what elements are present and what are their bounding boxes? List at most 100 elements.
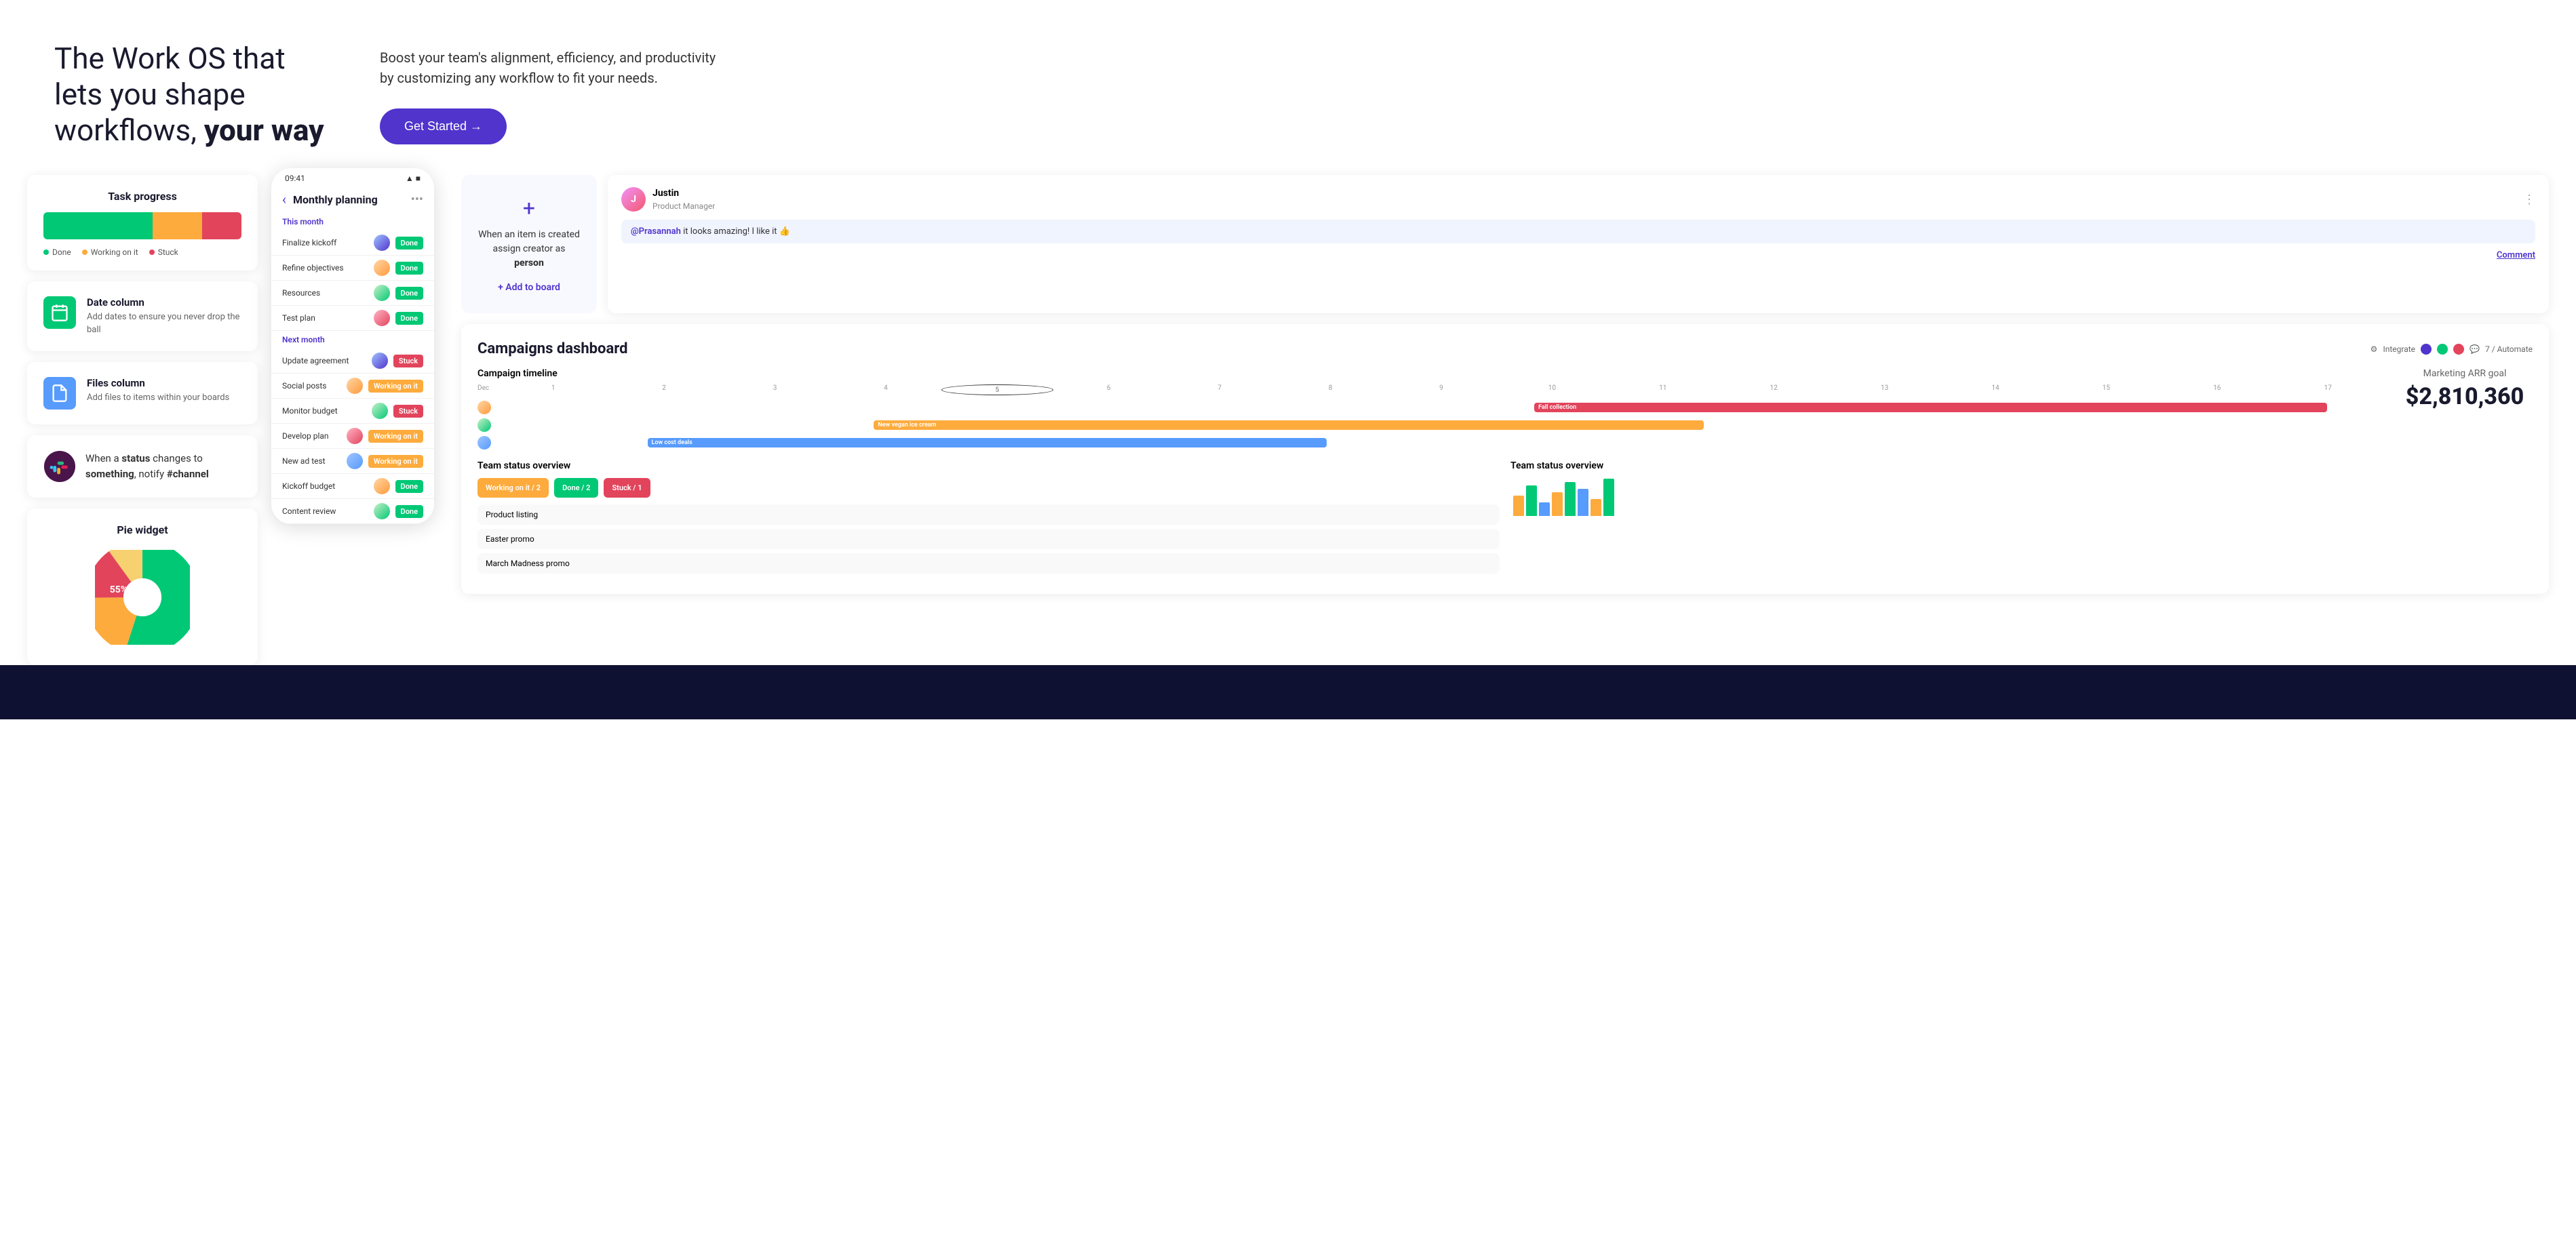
automation-card: When a status changes to something, noti… (27, 435, 258, 498)
team-status-left-card: Team status overview Working on it / 2 D… (477, 460, 1500, 578)
avatar-develop (347, 428, 363, 444)
calendar-icon (50, 303, 69, 322)
timeline-rows: Fall collection New vegan ice cream (477, 401, 2383, 450)
hero-title: The Work OS that lets you shape workflow… (54, 41, 339, 148)
pie-chart (95, 550, 190, 645)
status-item-march: March Madness promo (477, 553, 1500, 574)
timeline-dates: Dec 1 2 3 4 5 6 7 8 9 10 11 12 (477, 384, 2383, 395)
phone-row-resources: Resources Done (271, 281, 434, 306)
hero-subtitle: Boost your team's alignment, efficiency,… (380, 47, 719, 88)
bar-1 (1513, 496, 1524, 516)
color-circle-red (2453, 344, 2464, 355)
phone-back-button[interactable]: ‹ (282, 191, 286, 207)
phone-row-monitor: Monitor budget Stuck (271, 399, 434, 424)
dashboard-title: Campaigns dashboard (477, 340, 627, 357)
avatar-refine (374, 260, 390, 276)
phone-row-finalize: Finalize kickoff Done (271, 231, 434, 256)
avatar-testplan (374, 310, 390, 326)
right-top: + When an item is created assign creator… (461, 175, 2549, 313)
progress-bar (43, 212, 241, 239)
files-column-title: Files column (87, 377, 229, 389)
bar-5 (1565, 482, 1576, 516)
date-column-icon (43, 296, 76, 329)
timeline-bar-area-vegan: New vegan ice cream (496, 420, 2383, 431)
comment-header: J Justin Product Manager ⋮ (621, 187, 2535, 212)
status-testplan: Done (395, 312, 423, 325)
dashboard-header: Campaigns dashboard ⚙ Integrate 💬 7 / Au… (477, 340, 2533, 357)
color-circle-purple (2421, 344, 2432, 355)
status-refine: Done (395, 262, 423, 275)
arr-goal: Marketing ARR goal $2,810,360 (2397, 368, 2533, 450)
campaign-timeline: Campaign timeline Dec 1 2 3 4 5 6 7 8 9 (477, 368, 2383, 450)
legend-stuck: Stuck (149, 247, 178, 257)
dark-bottom-section (0, 665, 2576, 719)
dashboard-body: Campaign timeline Dec 1 2 3 4 5 6 7 8 9 (477, 368, 2533, 450)
date-column-feature: Date column Add dates to ensure you neve… (43, 296, 241, 336)
pill-working: Working on it / 2 (477, 478, 549, 498)
pie-container: 55% (43, 550, 241, 645)
legend-dot-done (43, 250, 49, 255)
legend-label-stuck: Stuck (158, 247, 178, 257)
phone-area: 09:41 ▲ ■ ‹ Monthly planning ••• This mo… (271, 168, 448, 524)
automate-label[interactable]: 7 / Automate (2485, 344, 2533, 354)
comment-bubble: @Prasannah it looks amazing! I like it 👍 (621, 220, 2535, 243)
integrate-label[interactable]: Integrate (2383, 344, 2415, 354)
legend-label-done: Done (52, 247, 71, 257)
phone-row-develop: Develop plan Working on it (271, 424, 434, 449)
pie-card: Pie widget 55% (27, 508, 258, 665)
add-to-board-text: When an item is created assign creator a… (477, 228, 581, 271)
progress-stuck (202, 212, 241, 239)
timeline-bar-area-fall: Fall collection (496, 402, 2383, 413)
avatar-content (374, 503, 390, 519)
status-newad: Working on it (368, 455, 423, 468)
status-finalize: Done (395, 237, 423, 250)
timeline-row-vegan: New vegan ice cream (477, 418, 2383, 432)
team-status-left-title: Team status overview (477, 460, 1500, 471)
avatar-vegan (477, 418, 491, 432)
phone-time: 09:41 (285, 174, 305, 183)
avatar-social (347, 378, 363, 394)
team-status-right-card: Team status overview (1510, 460, 2533, 578)
commenter-info: Justin Product Manager (652, 188, 715, 212)
pie-label: 55% (110, 584, 128, 595)
files-column-feature: Files column Add files to items within y… (43, 377, 241, 410)
avatar-kickoff (374, 478, 390, 494)
phone-more-button[interactable]: ••• (411, 193, 423, 207)
bar-4 (1552, 492, 1563, 516)
timeline-bar-lowcost: Low cost deals (648, 438, 1327, 447)
widgets-area: Task progress Done Working on it (0, 148, 2576, 664)
pie-title: Pie widget (43, 523, 241, 536)
phone-row-refine: Refine objectives Done (271, 256, 434, 281)
progress-done (43, 212, 153, 239)
date-column-description: Add dates to ensure you never drop the b… (87, 311, 241, 336)
files-column-card: Files column Add files to items within y… (27, 362, 258, 424)
legend-dot-stuck (149, 250, 155, 255)
comment-mention: @Prasannah (631, 226, 681, 237)
phone-row-newad: New ad test Working on it (271, 449, 434, 474)
comment-text: it looks amazing! I like it 👍 (681, 226, 790, 237)
avatar-resources (374, 285, 390, 301)
automation-text: When a status changes to something, noti… (85, 451, 241, 481)
bar-chart-mini (1510, 478, 2533, 519)
add-to-board-card: + When an item is created assign creator… (461, 175, 597, 313)
comment-action[interactable]: Comment (621, 250, 2535, 260)
left-cards: Task progress Done Working on it (27, 175, 258, 664)
status-item-easter: Easter promo (477, 529, 1500, 549)
status-resources: Done (395, 287, 423, 300)
team-status-right-title: Team status overview (1510, 460, 2533, 471)
date-column-title: Date column (87, 296, 241, 308)
phone-row-content: Content review Done (271, 499, 434, 524)
files-icon (50, 384, 69, 403)
timeline-row-lowcost: Low cost deals (477, 436, 2383, 450)
phone-signal: ▲ ■ (406, 174, 421, 183)
progress-working (153, 212, 202, 239)
page-wrapper: The Work OS that lets you shape workflow… (0, 0, 2576, 1257)
avatar-monitor (372, 403, 388, 419)
progress-legend: Done Working on it Stuck (43, 247, 241, 257)
pill-done: Done / 2 (554, 478, 598, 498)
task-progress-card: Task progress Done Working on it (27, 175, 258, 271)
add-board-link[interactable]: + Add to board (498, 282, 560, 293)
comment-more-button[interactable]: ⋮ (2523, 193, 2535, 207)
cta-button[interactable]: Get Started → (380, 108, 507, 144)
task-progress-title: Task progress (43, 190, 241, 203)
